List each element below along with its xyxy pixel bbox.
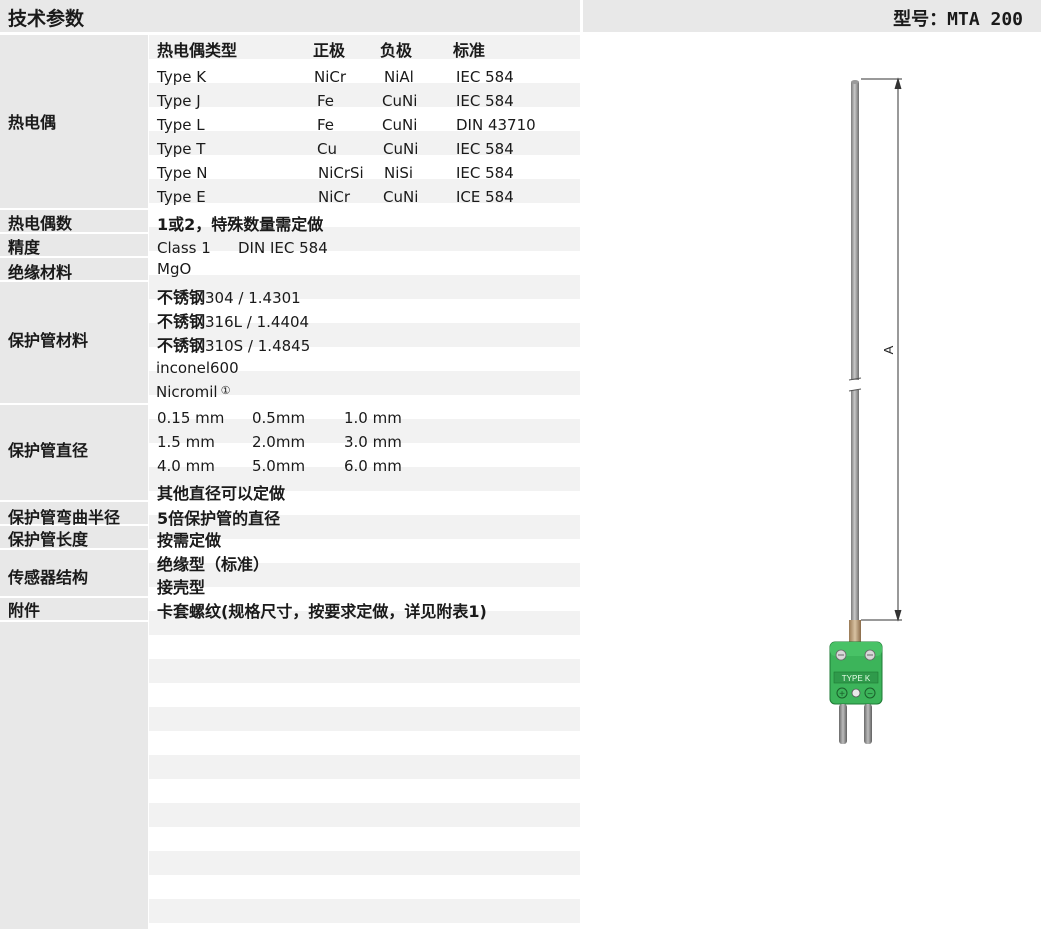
- sheath-tube: [851, 80, 859, 622]
- transition-sleeve: [849, 620, 861, 644]
- connector-marking: TYPE K: [842, 674, 871, 683]
- connector: TYPE K + −: [829, 641, 883, 705]
- connector-pins: [839, 704, 872, 744]
- minus-symbol: −: [867, 689, 873, 700]
- sensor-drawing: A TYPE K + −: [829, 77, 902, 744]
- plus-symbol: +: [839, 689, 845, 700]
- dimension-label: A: [881, 345, 896, 354]
